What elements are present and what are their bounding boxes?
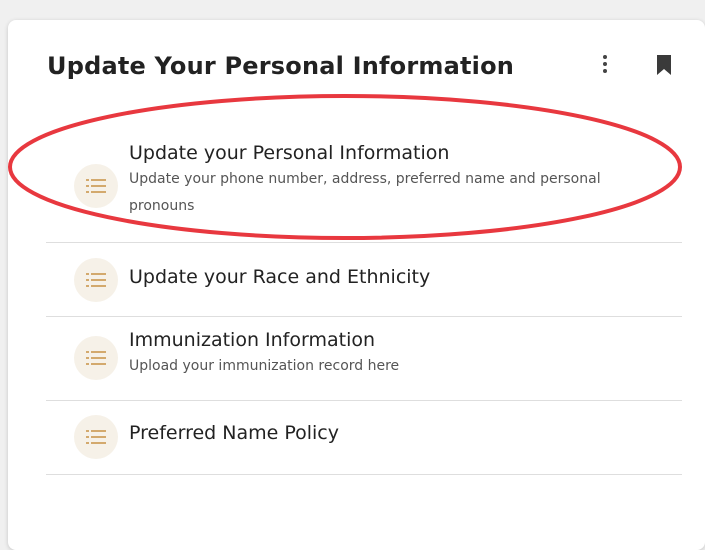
item-title: Update your Personal Information: [129, 142, 450, 164]
list-item-preferred-name-policy[interactable]: Preferred Name Policy: [46, 401, 682, 475]
item-text: Update your Personal Information Update …: [129, 142, 669, 220]
list-icon-circle: [74, 336, 118, 380]
list-icon: [86, 430, 106, 444]
bookmark-button[interactable]: [651, 51, 677, 79]
list-item-immunization[interactable]: Immunization Information Upload your imm…: [46, 317, 682, 401]
list-icon-circle: [74, 415, 118, 459]
item-title: Preferred Name Policy: [129, 422, 339, 444]
link-list: Update your Personal Information Update …: [46, 126, 682, 475]
list-item-update-personal-info[interactable]: Update your Personal Information Update …: [46, 126, 682, 243]
list-icon: [86, 351, 106, 365]
item-description: Upload your immunization record here: [129, 358, 400, 374]
item-title: Immunization Information: [129, 329, 376, 351]
more-options-button[interactable]: [591, 50, 619, 78]
list-icon: [86, 273, 106, 287]
item-text: Immunization Information Upload your imm…: [129, 329, 669, 380]
personal-info-card: Update Your Personal Information Update …: [8, 20, 705, 550]
card-title: Update Your Personal Information: [47, 52, 515, 80]
kebab-menu-icon: [603, 55, 607, 73]
bookmark-icon: [657, 55, 671, 75]
item-description: Update your phone number, address, prefe…: [129, 171, 601, 214]
item-text: Update your Race and Ethnicity: [129, 266, 430, 288]
item-title: Update your Race and Ethnicity: [129, 266, 431, 288]
list-icon-circle: [74, 164, 118, 208]
list-icon-circle: [74, 258, 118, 302]
item-text: Preferred Name Policy: [129, 422, 339, 444]
list-icon: [86, 179, 106, 193]
list-item-race-ethnicity[interactable]: Update your Race and Ethnicity: [46, 243, 682, 317]
